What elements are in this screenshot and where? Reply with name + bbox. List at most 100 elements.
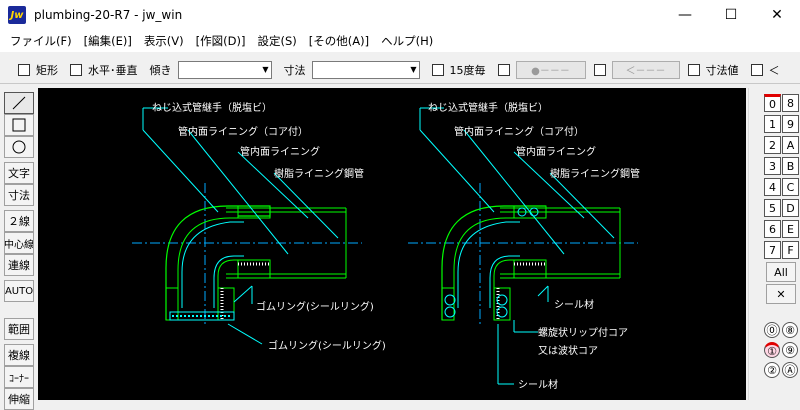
deg15-checkbox[interactable]: 15度毎 <box>431 62 486 78</box>
left-label-rubber-ring-2: ゴムリング(シールリング) <box>268 339 386 352</box>
right-label-fitting: ねじ込式管継手（脱塩ビ） <box>428 101 548 114</box>
right-label-spiral-core: 螺旋状リップ付コア <box>538 326 628 339</box>
layer-group-7-button[interactable]: 7 <box>764 241 781 259</box>
dimval-checkbox[interactable]: 寸法値 <box>687 62 739 78</box>
continuous-line-tool-button[interactable]: 連線 <box>4 254 34 276</box>
left-label-fitting: ねじ込式管継手（脱塩ビ） <box>152 101 272 114</box>
layer-a-button[interactable]: Ⓐ <box>782 362 798 378</box>
layer-group-9-button[interactable]: 9 <box>782 115 799 133</box>
corner-tool-button[interactable]: ｺｰﾅｰ <box>4 366 34 388</box>
last-label: ＜ <box>768 63 780 77</box>
close-icon[interactable]: ✕ <box>766 284 796 304</box>
left-label-pipe: 樹脂ライニング鋼管 <box>274 167 364 180</box>
layer-group-8-button[interactable]: 8 <box>782 94 799 112</box>
dropdown-arrow-icon: ▼ <box>262 64 269 74</box>
checkbox-box[interactable] <box>18 63 30 76</box>
point-mode-button[interactable]: ●－－－ <box>515 60 586 79</box>
dim-label: 寸法 <box>283 63 306 77</box>
range-tool-button[interactable]: 範囲 <box>4 318 34 340</box>
layer-1-button[interactable]: ① <box>764 342 780 358</box>
maximize-button[interactable]: ☐ <box>708 0 754 30</box>
layer-8-button[interactable]: ⑧ <box>782 322 798 338</box>
line-tool-button[interactable] <box>4 92 34 114</box>
slope-label: 傾き <box>149 63 172 77</box>
drawing-canvas[interactable]: ねじ込式管継手（脱塩ビ） 管内面ライニング（コア付） 管内面ライニング 樹脂ライ… <box>38 88 746 400</box>
right-label-lining-core: 管内面ライニング（コア付） <box>454 125 584 138</box>
copy-line-tool-button[interactable]: 複線 <box>4 344 34 366</box>
layer-group-2-button[interactable]: 2 <box>764 136 781 154</box>
right-label-pipe: 樹脂ライニング鋼管 <box>550 167 640 180</box>
layer-group-b-button[interactable]: B <box>782 157 799 175</box>
layer-0-button[interactable]: ⓪ <box>764 322 780 338</box>
left-tool-palette: 文字 寸法 ２線 中心線 連線 AUTO 範囲 複線 ｺｰﾅｰ 伸縮 <box>0 88 36 410</box>
layer-group-4-button[interactable]: 4 <box>764 178 781 196</box>
btn2-checkbox[interactable] <box>593 63 606 76</box>
last-checkbox[interactable]: ＜ <box>750 62 780 78</box>
layer-2-button[interactable]: ② <box>764 362 780 378</box>
layer-group-e-button[interactable]: E <box>782 220 799 238</box>
layer-group-0-button[interactable]: 0 <box>764 94 781 112</box>
layer-group-d-button[interactable]: D <box>782 199 799 217</box>
arrow-mode-button[interactable]: ＜－－－ <box>611 60 680 79</box>
double-line-tool-button[interactable]: ２線 <box>4 210 34 232</box>
all-layers-button[interactable]: All <box>766 262 796 282</box>
right-fitting-drawing: ねじ込式管継手（脱塩ビ） 管内面ライニング（コア付） 管内面ライニング 樹脂ライ… <box>408 101 640 391</box>
minimize-button[interactable]: — <box>662 0 708 30</box>
hv-checkbox[interactable]: 水平･垂直 <box>70 62 138 78</box>
left-label-rubber-ring-1: ゴムリング(シールリング) <box>256 300 374 313</box>
layer-9-button[interactable]: ⑨ <box>782 342 798 358</box>
menu-view[interactable]: 表示(V) <box>138 33 190 49</box>
slope-select[interactable]: ▼ <box>177 60 272 79</box>
circle-icon <box>12 140 26 154</box>
rectangle-icon <box>12 118 26 132</box>
right-label-wave-core: 又は波状コア <box>538 344 598 357</box>
right-label-seal-2: シール材 <box>518 378 558 391</box>
menu-settings[interactable]: 設定(S) <box>251 33 302 49</box>
checkbox-box[interactable] <box>750 63 763 76</box>
menu-help[interactable]: ヘルプ(H) <box>375 33 439 49</box>
layer-group-f-button[interactable]: F <box>782 241 799 259</box>
circle-tool-button[interactable] <box>4 136 34 158</box>
rect-label: 矩形 <box>36 63 58 77</box>
drawing-svg: ねじ込式管継手（脱塩ビ） 管内面ライニング（コア付） 管内面ライニング 樹脂ライ… <box>132 101 640 391</box>
menu-edit[interactable]: [編集(E)] <box>78 33 138 49</box>
menu-bar: ファイル(F) [編集(E)] 表示(V) [作図(D)] 設定(S) [その他… <box>0 30 800 52</box>
dimension-tool-button[interactable]: 寸法 <box>4 184 34 206</box>
dim-select[interactable]: ▼ <box>311 60 420 79</box>
dropdown-arrow-icon: ▼ <box>410 64 417 74</box>
right-label-seal-1: シール材 <box>554 298 594 311</box>
left-label-lining: 管内面ライニング <box>240 145 320 158</box>
dimval-label: 寸法値 <box>705 63 739 77</box>
layer-group-a-button[interactable]: A <box>782 136 799 154</box>
rectangle-tool-button[interactable] <box>4 114 34 136</box>
menu-file[interactable]: ファイル(F) <box>4 33 78 49</box>
app-icon: Jw <box>8 6 26 24</box>
right-label-lining: 管内面ライニング <box>516 145 596 158</box>
layer-group-6-button[interactable]: 6 <box>764 220 781 238</box>
btn1-checkbox[interactable] <box>497 63 510 76</box>
layer-group-3-button[interactable]: 3 <box>764 157 781 175</box>
menu-other[interactable]: [その他(A)] <box>303 33 375 49</box>
extend-tool-button[interactable]: 伸縮 <box>4 388 34 410</box>
checkbox-box[interactable] <box>70 63 82 76</box>
auto-tool-button[interactable]: AUTO <box>4 280 34 302</box>
text-tool-button[interactable]: 文字 <box>4 162 34 184</box>
layer-group-1-button[interactable]: 1 <box>764 115 781 133</box>
rect-checkbox[interactable]: 矩形 <box>18 62 58 78</box>
center-line-tool-button[interactable]: 中心線 <box>4 232 34 254</box>
close-button[interactable]: ✕ <box>754 0 800 30</box>
window-title: plumbing-20-R7 - jw_win <box>34 8 183 22</box>
checkbox-box[interactable] <box>431 63 444 76</box>
hv-label: 水平･垂直 <box>88 63 138 77</box>
left-fitting-drawing: ねじ込式管継手（脱塩ビ） 管内面ライニング（コア付） 管内面ライニング 樹脂ライ… <box>132 101 386 352</box>
checkbox-box[interactable] <box>687 63 700 76</box>
vertical-scrollbar[interactable] <box>748 88 758 400</box>
layer-palette: 0 8 1 9 2 A 3 B 4 C 5 D 6 E 7 F All ✕ ⓪ … <box>760 88 800 400</box>
property-toolbar: 矩形 水平･垂直 傾き ▼ 寸法 ▼ 15度毎 ●－－－ ＜－－－ 寸法値 ＜ <box>0 56 800 84</box>
deg15-label: 15度毎 <box>449 63 486 77</box>
menu-draw[interactable]: [作図(D)] <box>190 33 252 49</box>
line-icon <box>12 96 26 110</box>
left-label-lining-core: 管内面ライニング（コア付） <box>178 125 308 138</box>
layer-group-5-button[interactable]: 5 <box>764 199 781 217</box>
layer-group-c-button[interactable]: C <box>782 178 799 196</box>
